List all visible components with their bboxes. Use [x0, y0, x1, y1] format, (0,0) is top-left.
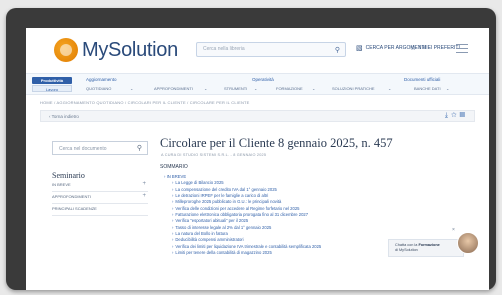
chevron-down-icon: ⌄: [204, 86, 208, 91]
chat-line2: di MySolution: [395, 248, 418, 252]
nav-sub-quotidiano[interactable]: QUOTIDIANO: [86, 86, 111, 91]
nav-item-approfondimenti[interactable]: APPROFONDIMENTI: [154, 86, 193, 91]
nav-sub-banche-dati[interactable]: BANCHE DATI: [414, 86, 441, 91]
search-icon[interactable]: ⚲: [335, 46, 340, 54]
chat-highlight: Formazione: [418, 243, 440, 247]
chat-widget[interactable]: Chatta con la Formazione di MySolution: [388, 239, 464, 257]
back-label: Torna indietro: [51, 114, 79, 119]
top-bar: MySolution Cerca nella libreria ⚲ ▧ CERC…: [26, 28, 489, 73]
chevron-down-icon: ⌄: [130, 86, 134, 91]
sidebar-title: Seminario: [52, 171, 85, 180]
star-icon: ☆: [410, 45, 417, 52]
nav-item-soluzioni[interactable]: SOLUZIONI PRATICHE: [332, 86, 375, 91]
sidebar-item-approfondimenti[interactable]: APPROFONDIMENTI +: [52, 193, 148, 204]
sidebar-item-in-breve[interactable]: IN BREVE +: [52, 181, 148, 192]
nav-sub-strumenti[interactable]: STRUMENTI: [224, 86, 247, 91]
nav-item-documenti[interactable]: Documenti ufficiali: [404, 77, 440, 82]
book-icon: ▧: [356, 45, 363, 52]
logo[interactable]: MySolution: [54, 38, 178, 62]
global-search-placeholder: Cerca nella libreria: [203, 46, 245, 52]
chat-text: Chatta con la Formazione di MySolution: [395, 243, 440, 252]
logo-mark-icon: [54, 38, 78, 62]
sidebar-item-label: APPROFONDIMENTI: [52, 194, 91, 199]
nav-item-operativita[interactable]: Operatività: [252, 77, 274, 82]
work-button[interactable]: Lavoro: [32, 85, 72, 92]
sidebar-item-label: PRINCIPALI SCADENZE: [52, 206, 97, 211]
document-search-input[interactable]: Cerca nel documento ⚲: [52, 141, 148, 155]
document-actions: ⤓☆▤: [445, 112, 468, 120]
nav-item-formazione[interactable]: FORMAZIONE: [276, 86, 303, 91]
main-navigation: Produttività Lavoro Aggiornamento QUOTID…: [26, 73, 489, 95]
document-meta: A CURA DI STUDIO SISTEMI S.R.L. - 8 GENN…: [161, 153, 267, 157]
logo-text: MySolution: [82, 38, 178, 61]
toc-item[interactable]: Verifica delle condizioni per accedere a…: [164, 206, 321, 212]
back-link[interactable]: ‹ Torna indietro: [49, 114, 79, 119]
toc-item[interactable]: Limiti per tenere della contabilità di m…: [164, 250, 321, 256]
search-icon[interactable]: ⚲: [137, 144, 142, 152]
nav-item-aggiornamento[interactable]: Aggiornamento: [86, 77, 117, 82]
avatar[interactable]: [457, 232, 479, 254]
table-of-contents: › IN BREVE La Legge di Bilancio 2025 La …: [164, 174, 321, 256]
chevron-down-icon: ⌄: [446, 86, 450, 91]
productivity-button[interactable]: Produttività: [32, 77, 72, 84]
global-search-input[interactable]: Cerca nella libreria ⚲: [196, 42, 346, 57]
sidebar-item-label: IN BREVE: [52, 182, 71, 187]
document-toolbar: ‹ Torna indietro ⤓☆▤: [40, 110, 475, 122]
plus-icon[interactable]: +: [142, 181, 146, 187]
hamburger-menu-icon[interactable]: [456, 44, 468, 54]
star-icon[interactable]: ☆: [451, 112, 460, 119]
plus-icon[interactable]: +: [142, 193, 146, 199]
chevron-down-icon: ⌄: [388, 86, 392, 91]
print-icon[interactable]: ▤: [460, 112, 468, 119]
chevron-down-icon: ⌄: [312, 86, 316, 91]
page-title: Circolare per il Cliente 8 gennaio 2025,…: [160, 136, 393, 150]
breadcrumb[interactable]: HOME / AGGIORNAMENTO QUOTIDIANO / CIRCOL…: [40, 100, 250, 105]
toc-head[interactable]: › IN BREVE: [164, 174, 321, 179]
document-search-placeholder: Cerca nel documento: [59, 146, 107, 152]
summary-heading: SOMMARIO: [160, 164, 188, 170]
chevron-down-icon: ⌄: [254, 86, 258, 91]
favorites-link[interactable]: ☆ I MIEI PREFERITI: [410, 44, 460, 52]
sidebar-item-scadenze[interactable]: PRINCIPALI SCADENZE: [52, 206, 148, 216]
favorites-label: I MIEI PREFERITI: [419, 45, 460, 51]
close-icon[interactable]: ×: [452, 227, 455, 233]
